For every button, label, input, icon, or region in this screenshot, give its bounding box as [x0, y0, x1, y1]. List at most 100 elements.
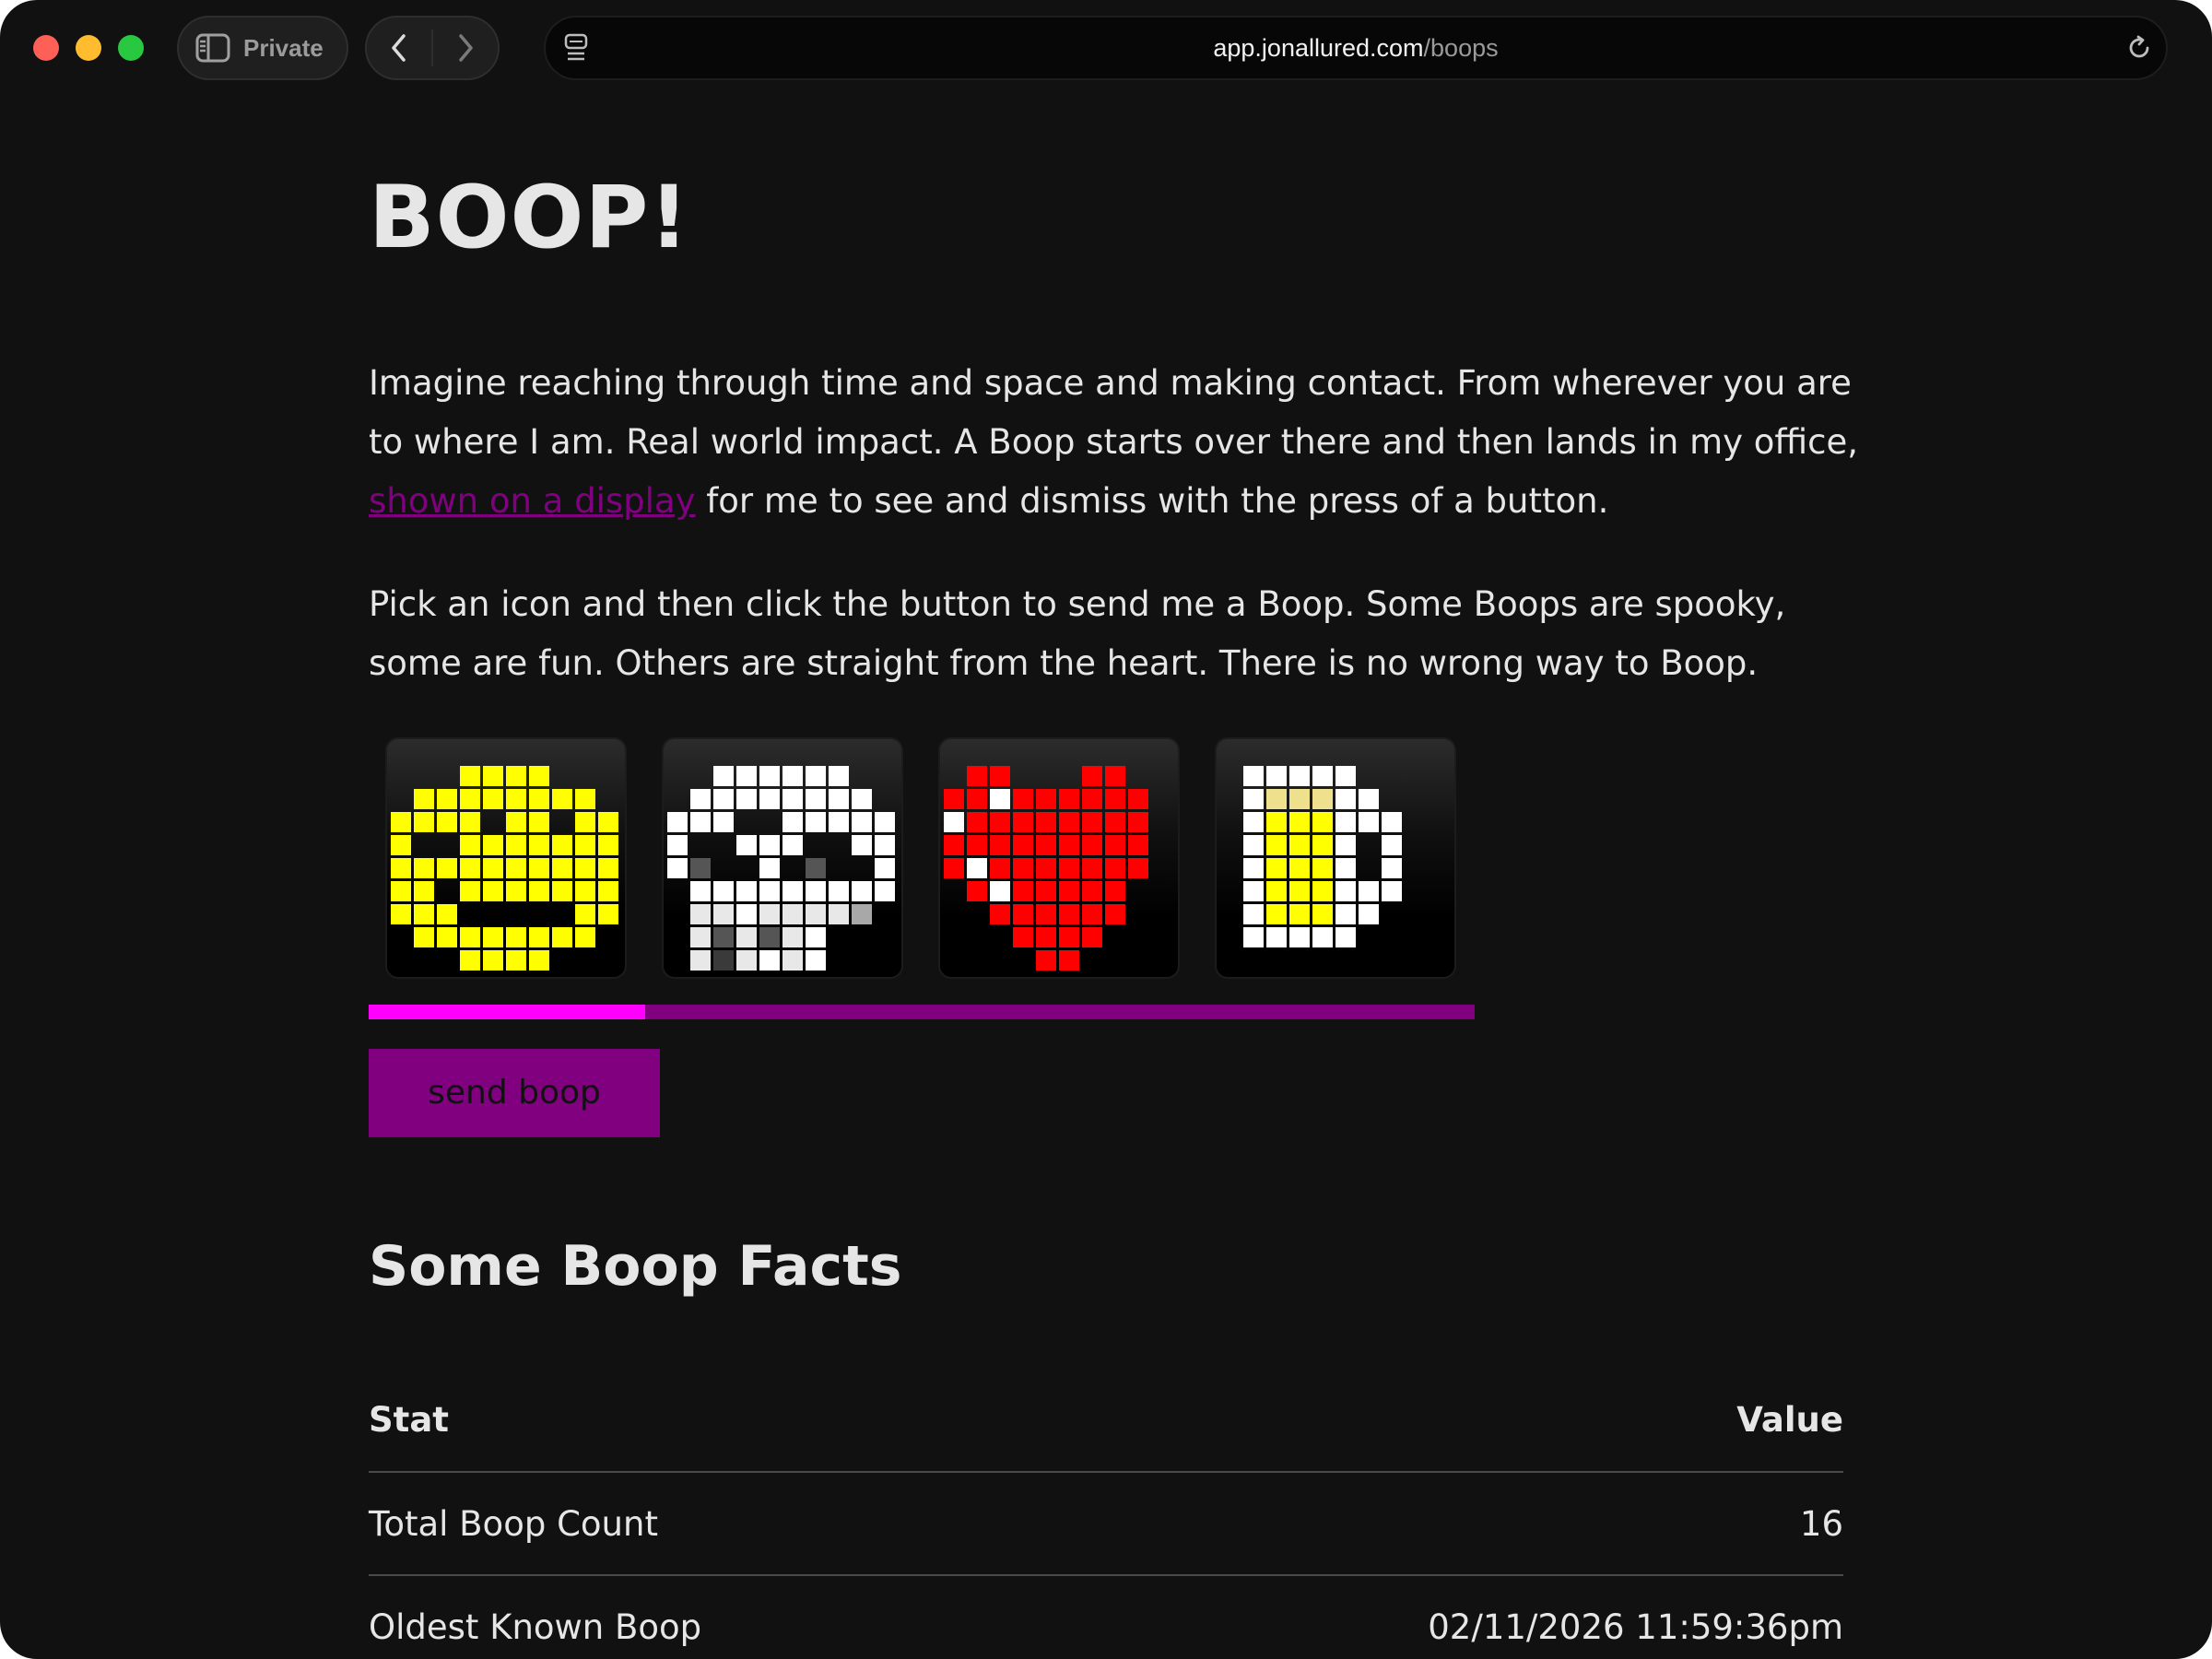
pixel — [1289, 904, 1310, 924]
pixel — [483, 950, 503, 971]
pixel — [460, 812, 480, 832]
pixel — [875, 812, 895, 832]
pixel — [1128, 835, 1148, 855]
pixel — [460, 835, 480, 855]
pixel — [759, 835, 780, 855]
pixel — [1359, 881, 1379, 901]
pixel — [1059, 904, 1079, 924]
smiley-icon-option[interactable] — [385, 737, 627, 979]
column-header-stat: Stat — [369, 1368, 1025, 1473]
pixel — [506, 835, 526, 855]
pixel — [829, 789, 849, 809]
pixel — [782, 812, 803, 832]
pixel — [990, 835, 1010, 855]
pixel — [483, 927, 503, 947]
icon-picker — [385, 737, 1456, 979]
pixel — [690, 881, 711, 901]
pixel — [460, 789, 480, 809]
pixel — [852, 881, 872, 901]
pixel — [852, 904, 872, 924]
pixel — [1243, 858, 1264, 878]
pixel — [1082, 858, 1102, 878]
smiley-icon — [391, 766, 618, 971]
zoom-window-button[interactable] — [118, 35, 144, 61]
pixel — [1036, 881, 1056, 901]
pixel — [1243, 789, 1264, 809]
pixel — [552, 927, 572, 947]
pixel — [690, 950, 711, 971]
heart-icon-option[interactable] — [938, 737, 1180, 979]
pixel — [690, 904, 711, 924]
pixel — [391, 881, 411, 901]
pixel — [506, 766, 526, 786]
pixel — [1266, 881, 1287, 901]
display-link[interactable]: shown on a display — [369, 481, 696, 521]
pixel — [967, 766, 987, 786]
pixel — [529, 927, 549, 947]
pixel — [1036, 812, 1056, 832]
reload-icon[interactable] — [2125, 34, 2153, 62]
pixel — [1312, 927, 1333, 947]
beer-mug-icon-option[interactable] — [1215, 737, 1456, 979]
pixel — [782, 835, 803, 855]
pixel — [944, 835, 964, 855]
pixel — [1382, 835, 1402, 855]
selection-indicator-bar — [369, 1005, 1475, 1019]
stat-value: 02/11/2026 11:59:36pm — [1024, 1575, 1843, 1659]
pixel — [1266, 812, 1287, 832]
pixel — [506, 950, 526, 971]
pixel — [713, 950, 734, 971]
beer-mug-icon — [1243, 766, 1402, 947]
pixel — [736, 927, 757, 947]
pixel — [1335, 812, 1356, 832]
pixel — [806, 858, 826, 878]
pixel — [598, 881, 618, 901]
pixel — [736, 835, 757, 855]
pixel — [806, 950, 826, 971]
pixel — [1082, 789, 1102, 809]
pixel — [967, 812, 987, 832]
back-button[interactable] — [367, 18, 431, 78]
browser-window: Private app.jonallured.com/boops BOOP! I… — [0, 0, 2212, 1659]
pixel — [713, 766, 734, 786]
skull-icon-option[interactable] — [662, 737, 903, 979]
pixel — [506, 858, 526, 878]
address-bar[interactable]: app.jonallured.com/boops — [544, 16, 2168, 80]
url-text[interactable]: app.jonallured.com/boops — [546, 18, 2166, 78]
pixel — [667, 858, 688, 878]
pixel — [736, 904, 757, 924]
pixel — [1243, 904, 1264, 924]
pixel — [598, 812, 618, 832]
pixel — [875, 858, 895, 878]
forward-button[interactable] — [433, 18, 498, 78]
pixel — [713, 881, 734, 901]
pixel — [1266, 858, 1287, 878]
close-window-button[interactable] — [33, 35, 59, 61]
pixel — [1013, 789, 1033, 809]
pixel — [1359, 789, 1379, 809]
pixel — [667, 812, 688, 832]
pixel — [552, 858, 572, 878]
pixel — [1312, 858, 1333, 878]
pixel — [437, 904, 457, 924]
pixel — [1266, 766, 1287, 786]
pixel — [391, 904, 411, 924]
minimize-window-button[interactable] — [76, 35, 101, 61]
pixel — [1243, 835, 1264, 855]
table-row: Total Boop Count 16 — [369, 1472, 1843, 1576]
pixel — [990, 812, 1010, 832]
pixel — [852, 835, 872, 855]
pixel — [1382, 881, 1402, 901]
pixel — [437, 812, 457, 832]
pixel — [990, 858, 1010, 878]
pixel — [483, 766, 503, 786]
url-host: app.jonallured.com — [1213, 34, 1424, 62]
send-boop-button[interactable]: send boop — [369, 1049, 660, 1137]
pixel — [806, 904, 826, 924]
pixel — [437, 858, 457, 878]
pixel — [713, 812, 734, 832]
pixel — [1312, 835, 1333, 855]
sidebar-toggle-button[interactable]: Private — [177, 16, 348, 80]
pixel — [529, 858, 549, 878]
pixel — [759, 927, 780, 947]
